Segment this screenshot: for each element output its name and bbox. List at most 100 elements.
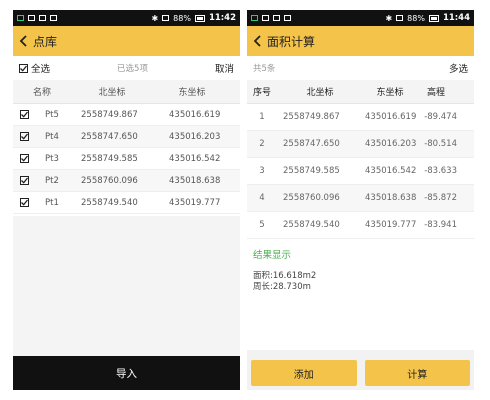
battery-icon [194,14,205,22]
title-bar: 面积计算 [247,26,474,56]
table-row[interactable]: 5 2558749.540 435019.777 -83.941 [247,212,474,239]
east-value: 435016.542 [169,153,221,164]
east-value: 435018.638 [169,175,221,186]
summary-bar: 共5条 多选 [247,56,474,80]
north-value: 2558749.867 [283,112,340,122]
select-all-label[interactable]: 全选 [31,61,50,75]
east-value: 435019.777 [365,220,417,230]
east-value: 435016.203 [365,139,417,149]
point-name: Pt1 [45,197,59,208]
calculate-button[interactable]: 计算 [364,360,470,386]
selection-bar: 全选 已选5项 取消 [13,56,240,80]
row-index: 4 [259,193,265,203]
action-buttons: 添加 计算 [251,360,470,386]
clock: 11:44 [442,13,470,23]
empty-list-area [13,216,240,356]
image-icon [273,15,280,21]
table-header: 序号 北坐标 东坐标 高程 [247,80,474,104]
header-north: 北坐标 [306,88,334,98]
table-header: 名称 北坐标 东坐标 [13,80,240,104]
row-checkbox[interactable] [19,198,29,207]
back-button[interactable] [19,35,33,47]
title-bar: 点库 [13,26,240,56]
east-value: 435018.638 [365,193,417,203]
table-row[interactable]: Pt2 2558760.096 435018.638 [13,170,240,192]
area-calculation-screen: ✱ 88% 11:44 面积计算 共5条 多选 序号 北坐标 东坐标 高程 1 … [247,10,474,390]
table-row[interactable]: 2 2558747.650 435016.203 -80.514 [247,131,474,158]
status-bar: ✱ 88% 11:42 [13,10,240,26]
row-checkbox[interactable] [19,154,29,163]
east-value: 435016.619 [365,112,417,122]
row-index: 1 [259,112,265,122]
row-checkbox[interactable] [19,176,29,185]
elevation-value: -83.941 [424,220,457,230]
east-value: 435016.203 [169,131,221,142]
north-value: 2558749.540 [283,220,340,230]
total-count: 共5条 [253,64,276,74]
elevation-value: -89.474 [424,112,457,122]
header-index: 序号 [252,88,271,98]
point-name: Pt2 [45,175,59,186]
east-value: 435016.619 [169,109,221,120]
area-value: 面积:16.618m2 [253,271,317,281]
check-icon [19,110,29,119]
check-icon [19,132,29,141]
row-checkbox[interactable] [19,132,29,141]
battery-percent: 88% [407,13,425,23]
header-east: 东坐标 [178,88,206,98]
clock: 11:42 [208,13,236,23]
app-icon [17,15,24,21]
north-value: 2558747.650 [81,131,138,142]
north-value: 2558749.585 [283,166,340,176]
multi-select-button[interactable]: 多选 [449,61,468,75]
table-row[interactable]: Pt4 2558747.650 435016.203 [13,126,240,148]
north-value: 2558749.867 [81,109,138,120]
android-icon [50,15,57,21]
table-row[interactable]: 1 2558749.867 435016.619 -89.474 [247,104,474,131]
table-row[interactable]: Pt5 2558749.867 435016.619 [13,104,240,126]
table-row[interactable]: Pt3 2558749.585 435016.542 [13,148,240,170]
table-row[interactable]: 4 2558760.096 435018.638 -85.872 [247,185,474,212]
cancel-button[interactable]: 取消 [215,61,234,75]
selected-count: 已选5项 [117,64,148,74]
status-bar: ✱ 88% 11:44 [247,10,474,26]
page-title: 点库 [33,34,58,49]
point-library-screen: ✱ 88% 11:42 点库 全选 已选5项 取消 名称 北坐标 东坐标 Pt5… [13,10,240,390]
elevation-value: -85.872 [424,193,457,203]
chevron-left-icon [19,35,27,47]
app-icon [251,15,258,21]
battery-icon [428,14,439,22]
north-value: 2558760.096 [283,193,340,203]
check-icon [19,154,29,163]
row-checkbox[interactable] [19,110,29,119]
row-index: 3 [259,166,265,176]
battery-percent: 88% [173,13,191,23]
east-value: 435019.777 [169,197,221,208]
coordinate-list: 1 2558749.867 435016.619 -89.474 2 25587… [247,104,474,239]
header-elevation: 高程 [426,88,445,98]
check-icon [19,63,28,73]
import-button[interactable]: 导入 [13,356,240,390]
select-all-checkbox[interactable] [19,63,28,73]
elevation-value: -80.514 [424,139,457,149]
usb-icon [262,15,269,21]
image-icon [39,15,46,21]
add-button[interactable]: 添加 [251,360,357,386]
point-name: Pt5 [45,109,59,120]
table-row[interactable]: 3 2558749.585 435016.542 -83.633 [247,158,474,185]
usb-icon [28,15,35,21]
bluetooth-icon: ✱ [151,13,159,23]
header-name: 名称 [32,88,51,98]
north-value: 2558749.585 [81,153,138,164]
table-row[interactable]: Pt1 2558749.540 435019.777 [13,192,240,214]
check-icon [19,176,29,185]
signal-icon [162,15,170,21]
bluetooth-icon: ✱ [385,13,393,23]
point-name: Pt4 [45,131,59,142]
check-icon [19,198,29,207]
point-name: Pt3 [45,153,59,164]
back-button[interactable] [253,35,267,47]
header-east: 东坐标 [376,88,404,98]
elevation-value: -83.633 [424,166,457,176]
android-icon [284,15,291,21]
